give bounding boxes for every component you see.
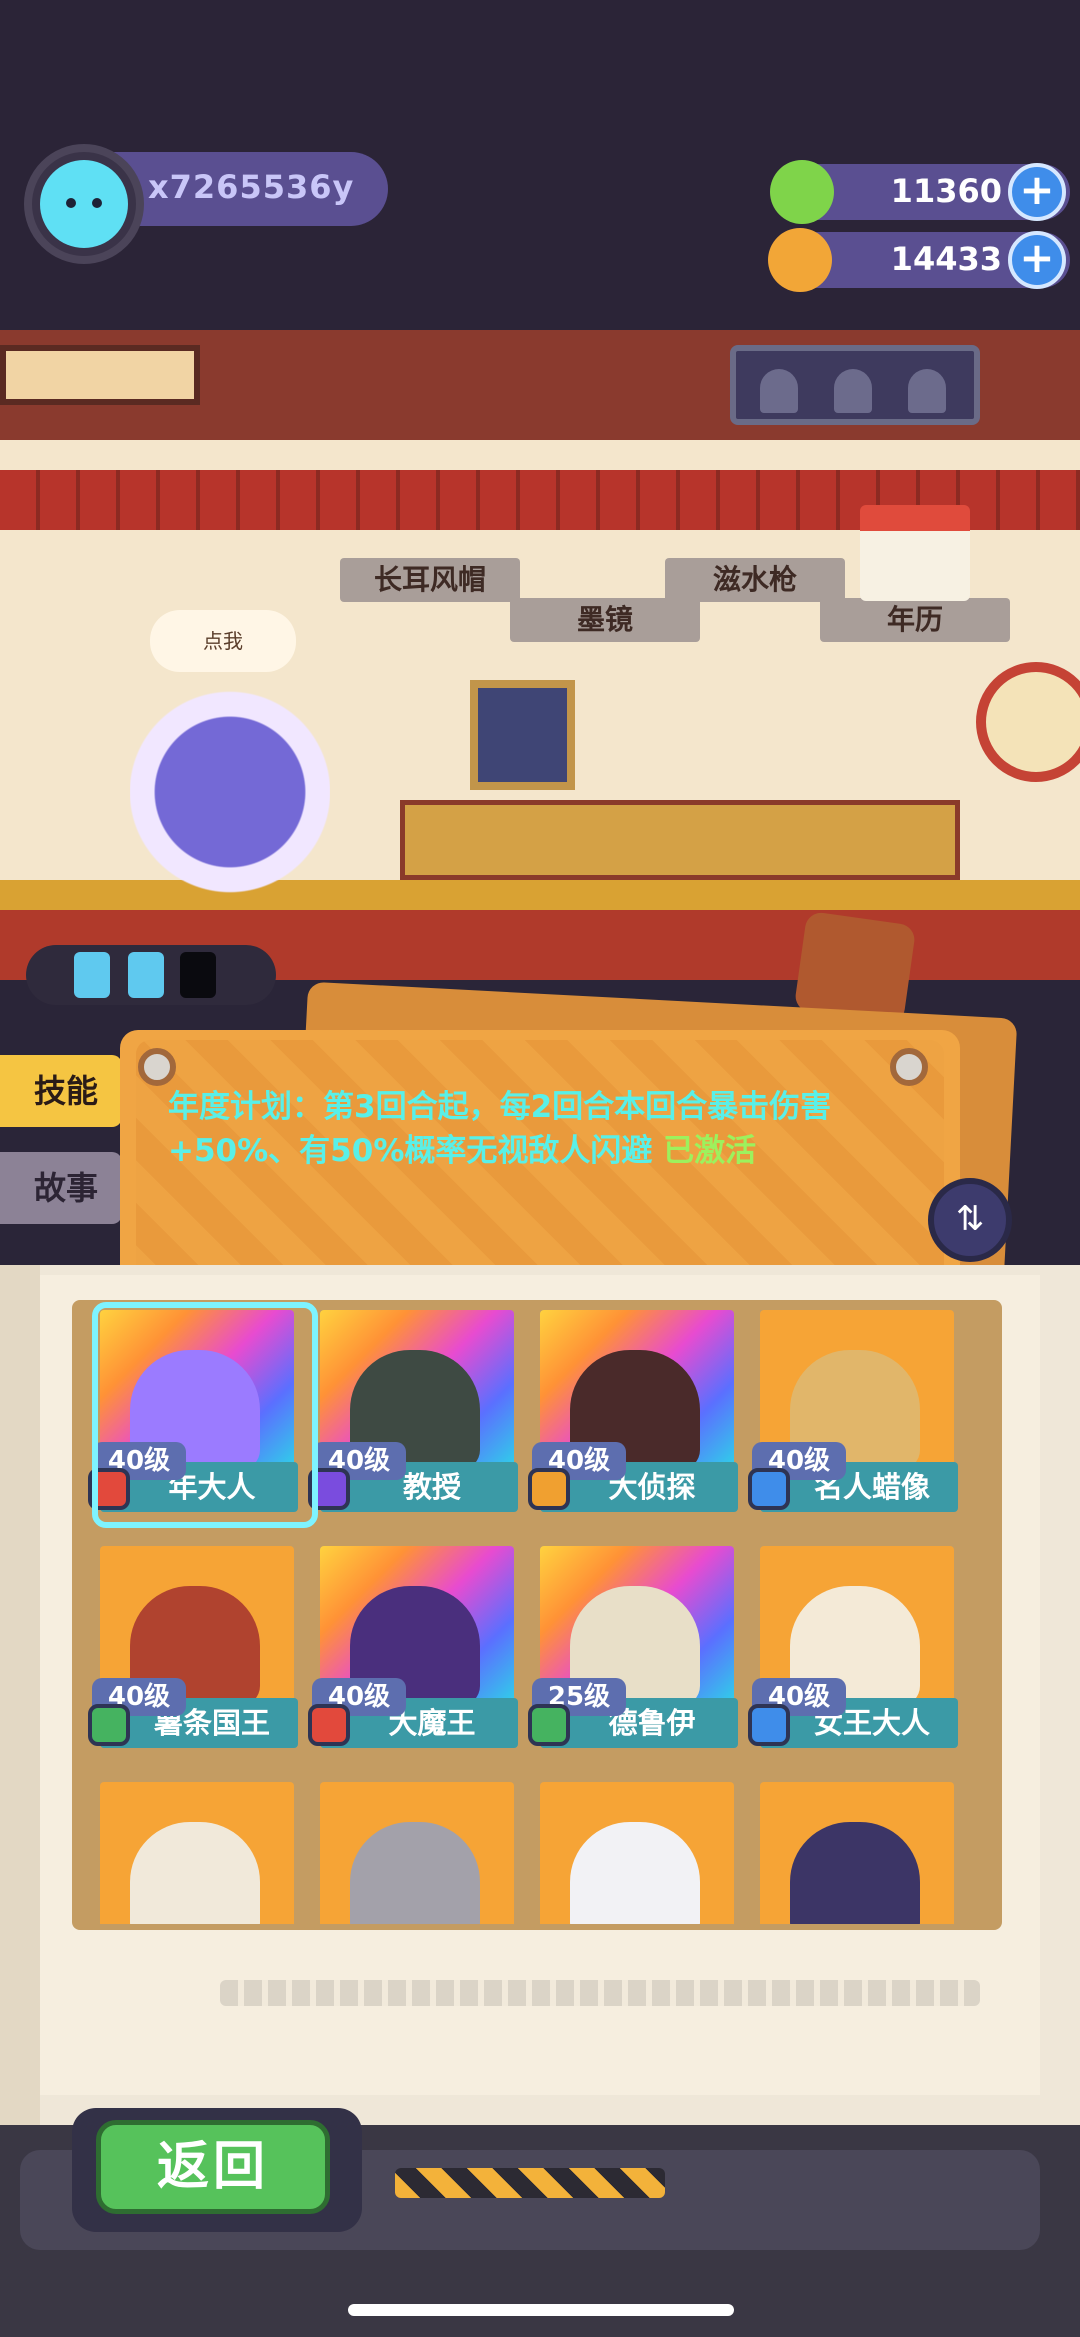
pin-icon	[890, 1048, 928, 1086]
character-figure	[130, 1822, 260, 1924]
character-card[interactable]: 薯条国王 40级	[88, 1538, 302, 1758]
class-badge-icon	[528, 1704, 570, 1746]
class-badge-icon	[748, 1704, 790, 1746]
hazard-stripe	[395, 2168, 665, 2198]
character-figure	[790, 1822, 920, 1924]
wall-panel	[0, 345, 200, 405]
character-card[interactable]: 德鲁伊 25级	[528, 1538, 742, 1758]
currency-donut-value: 11360	[890, 172, 1002, 210]
character-card[interactable]	[92, 1774, 302, 1924]
new-year-character[interactable]	[130, 660, 330, 900]
class-badge-icon	[308, 1704, 350, 1746]
calendar-icon[interactable]	[860, 505, 970, 601]
photo-frame	[470, 680, 575, 790]
add-donut-button[interactable]: +	[1008, 163, 1066, 221]
ghost-icon	[760, 369, 798, 413]
username: x7265536y	[148, 168, 355, 206]
ghost-icon	[908, 369, 946, 413]
ghost-icon	[834, 369, 872, 413]
character-card[interactable]: 大侦探 40级	[528, 1302, 742, 1522]
shop-item-hood[interactable]: 长耳风帽	[340, 558, 520, 602]
character-portrait	[320, 1782, 514, 1924]
character-card[interactable]	[752, 1774, 962, 1924]
character-figure	[570, 1822, 700, 1924]
energy-cell-icon	[74, 952, 110, 998]
dresser	[400, 800, 960, 880]
selection-frame	[92, 1302, 318, 1528]
home-indicator[interactable]	[348, 2304, 734, 2316]
character-card[interactable]: 大魔王 40级	[308, 1538, 522, 1758]
book-spine	[0, 1265, 40, 2145]
pin-icon	[138, 1048, 176, 1086]
currency-coin-value: 14433	[890, 240, 1002, 278]
tab-story[interactable]: 故事	[0, 1152, 122, 1224]
class-badge-icon	[88, 1704, 130, 1746]
class-badge-icon	[748, 1468, 790, 1510]
skill-status: 已激活	[663, 1133, 757, 1169]
shop-item-sunglasses[interactable]: 墨镜	[510, 598, 700, 642]
blurred-text	[220, 1980, 980, 2006]
character-card[interactable]: 教授 40级	[308, 1302, 522, 1522]
character-portrait	[540, 1782, 734, 1924]
ghost-panel	[730, 345, 980, 425]
character-card[interactable]: 女王大人 40级	[748, 1538, 962, 1758]
character-figure	[350, 1822, 480, 1924]
character-portrait	[760, 1782, 954, 1924]
shop-item-calendar[interactable]: 年历	[820, 598, 1010, 642]
energy-empty-cell	[180, 952, 216, 998]
tab-skill[interactable]: 技能	[0, 1055, 122, 1127]
add-coin-button[interactable]: +	[1008, 231, 1066, 289]
energy-cell-icon	[128, 952, 164, 998]
character-portrait	[100, 1782, 294, 1924]
back-button[interactable]: 返回	[96, 2120, 330, 2214]
shop-item-water-gun[interactable]: 滋水枪	[665, 558, 845, 602]
cat-avatar-icon	[40, 160, 128, 248]
character-card[interactable]: 名人蜡像 40级	[748, 1302, 962, 1522]
character-card[interactable]	[532, 1774, 742, 1924]
switch-icon[interactable]: ⇅	[928, 1178, 1012, 1262]
skill-description: 年度计划：第3回合起，每2回合本回合暴击伤害+50%、有50%概率无视敌人闪避 …	[168, 1085, 928, 1173]
class-badge-icon	[528, 1468, 570, 1510]
character-card[interactable]	[312, 1774, 522, 1924]
